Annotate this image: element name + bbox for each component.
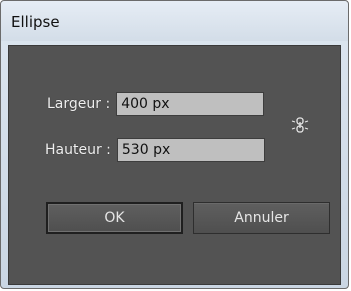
ellipse-dialog: Ellipse Largeur : 400 px Hauteur : 530 p… [0,0,349,289]
dialog-title: Ellipse [11,13,60,31]
height-row: Hauteur : 530 px [45,138,265,162]
cancel-button[interactable]: Annuler [193,202,330,234]
chain-link-icon[interactable] [291,116,309,134]
width-label: Largeur : [47,96,111,112]
width-input[interactable]: 400 px [116,92,265,116]
height-label: Hauteur : [45,142,111,158]
ok-button[interactable]: OK [46,202,183,234]
width-row: Largeur : 400 px [47,92,265,116]
title-bar[interactable]: Ellipse [1,1,348,41]
dialog-content: Largeur : 400 px Hauteur : 530 px OK Ann… [8,45,341,285]
height-input[interactable]: 530 px [116,138,265,162]
